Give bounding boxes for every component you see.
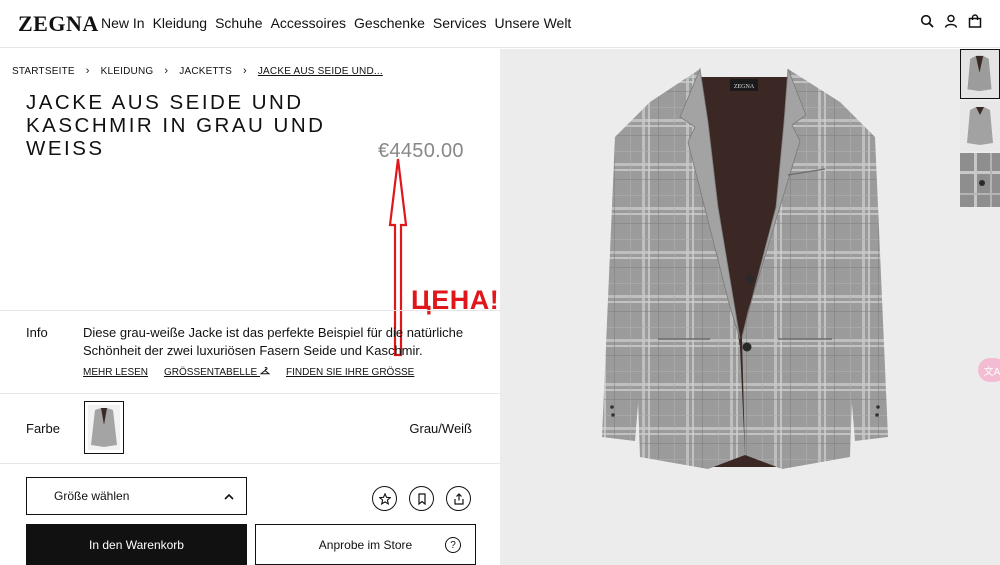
bookmark-button[interactable] (409, 486, 434, 511)
gallery-thumbnail-1[interactable] (960, 49, 1000, 99)
breadcrumb-current[interactable]: JACKE AUS SEIDE UND... (258, 66, 383, 77)
brand-label-tag: ZEGNA (734, 84, 755, 90)
header: ZEGNA New In Kleidung Schuhe Accessoires… (0, 0, 1000, 48)
bookmark-icon (417, 492, 426, 505)
chevron-right-icon: › (85, 65, 90, 77)
try-in-store-label: Anprobe im Store (318, 537, 413, 552)
jacket-back-icon (960, 101, 1000, 151)
header-icons (920, 14, 982, 28)
nav-item-services[interactable]: Services (433, 15, 487, 31)
nav-item-kleidung[interactable]: Kleidung (153, 15, 208, 31)
try-in-store-button[interactable]: Anprobe im Store ? (255, 524, 476, 565)
favorite-button[interactable] (372, 486, 397, 511)
read-more-link[interactable]: MEHR LESEN (83, 367, 148, 378)
gallery-thumbnail-3[interactable] (960, 153, 1000, 207)
info-links: MEHR LESEN GRÖSSENTABELLE FINDEN SIE IHR… (83, 367, 414, 378)
help-icon[interactable]: ? (445, 537, 461, 553)
chevron-right-icon: › (164, 65, 169, 77)
product-title: JACKE AUS SEIDE UND KASCHMIR IN GRAU UND… (26, 91, 326, 160)
divider (0, 310, 500, 311)
size-select-label: Größe wählen (54, 489, 130, 503)
nav-item-accessoires[interactable]: Accessoires (271, 15, 346, 31)
color-swatch[interactable] (84, 401, 124, 454)
color-label: Farbe (26, 421, 60, 436)
size-chart-link[interactable]: GRÖSSENTABELLE (164, 367, 271, 378)
product-details-panel: STARTSEITE › KLEIDUNG › JACKETTS › JACKE… (0, 49, 500, 565)
jacket-thumbnail-icon (88, 405, 120, 450)
share-icon (453, 492, 464, 505)
add-to-cart-button[interactable]: In den Warenkorb (26, 524, 247, 565)
search-icon[interactable] (920, 14, 934, 28)
breadcrumb-jacketts[interactable]: JACKETTS (179, 66, 232, 77)
breadcrumb: STARTSEITE › KLEIDUNG › JACKETTS › JACKE… (12, 65, 383, 77)
product-gallery: ZEGNA 文A (500, 49, 1000, 565)
nav-item-geschenke[interactable]: Geschenke (354, 15, 425, 31)
nav-item-schuhe[interactable]: Schuhe (215, 15, 262, 31)
color-value: Grau/Weiß (409, 421, 472, 436)
hanger-icon (259, 367, 271, 375)
divider (0, 393, 500, 394)
fabric-detail-icon (960, 153, 1000, 207)
translate-icon[interactable]: 文A (978, 358, 1000, 382)
jacket-front-icon (961, 50, 998, 97)
info-label: Info (26, 325, 48, 340)
product-image[interactable]: ZEGNA (580, 57, 910, 477)
logo[interactable]: ZEGNA (18, 11, 99, 37)
main-nav: New In Kleidung Schuhe Accessoires Gesch… (101, 15, 571, 31)
gallery-thumbnail-2[interactable] (960, 101, 1000, 151)
nav-item-new-in[interactable]: New In (101, 15, 145, 31)
nav-item-unsere-welt[interactable]: Unsere Welt (495, 15, 572, 31)
share-button[interactable] (446, 486, 471, 511)
chevron-up-icon (224, 493, 234, 500)
info-description: Diese grau-weiße Jacke ist das perfekte … (83, 325, 464, 358)
breadcrumb-home[interactable]: STARTSEITE (12, 66, 75, 77)
find-your-size-link[interactable]: FINDEN SIE IHRE GRÖSSE (286, 367, 414, 378)
account-icon[interactable] (944, 14, 958, 28)
chevron-right-icon: › (242, 65, 247, 77)
star-icon (378, 492, 391, 505)
annotation-label: ЦЕНА! (411, 285, 500, 315)
divider (0, 463, 500, 464)
shopping-bag-icon[interactable] (968, 14, 982, 28)
size-select[interactable]: Größe wählen (26, 477, 247, 515)
breadcrumb-kleidung[interactable]: KLEIDUNG (101, 66, 154, 77)
